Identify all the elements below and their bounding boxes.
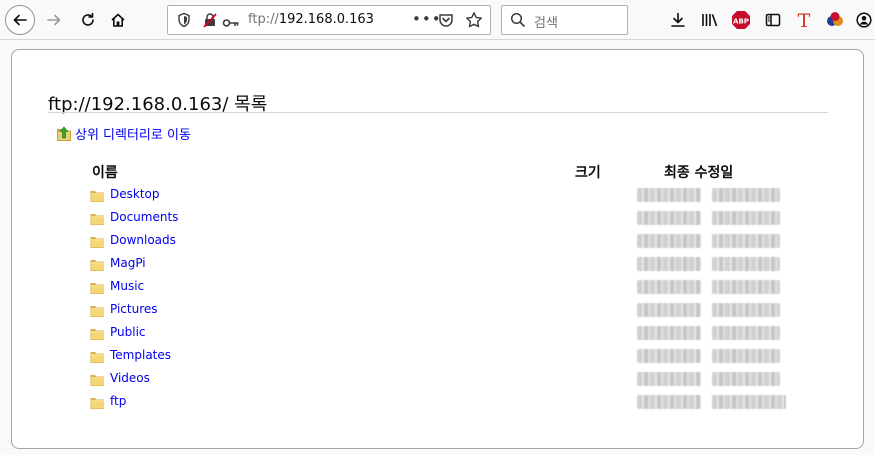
entry-link[interactable]: Documents xyxy=(110,210,178,224)
column-header-modified[interactable]: 최종 수정일 xyxy=(664,162,733,182)
text-t-icon: T xyxy=(798,10,811,30)
folder-icon xyxy=(90,349,104,368)
entry-link[interactable]: Pictures xyxy=(110,302,158,316)
downloads-button[interactable] xyxy=(666,8,690,32)
library-icon xyxy=(702,14,718,27)
url-protocol: ftp:// xyxy=(248,12,279,27)
sidebar-button[interactable] xyxy=(761,8,785,32)
modified-date-redacted xyxy=(637,303,701,317)
entry-link[interactable]: Music xyxy=(110,279,144,293)
directory-listing: Desktop Documents Downloads MagPi Music Pictu… xyxy=(90,184,810,414)
not-secure-icon[interactable] xyxy=(202,12,218,32)
reload-button[interactable] xyxy=(74,6,102,34)
modified-time-redacted xyxy=(712,188,780,202)
entry-link[interactable]: Downloads xyxy=(110,233,176,247)
table-row: Downloads xyxy=(90,230,810,253)
modified-time-redacted xyxy=(712,234,780,248)
modified-date-redacted xyxy=(637,280,701,294)
modified-time-redacted xyxy=(712,280,780,294)
back-arrow-icon xyxy=(13,14,27,26)
table-row: ftp xyxy=(90,391,810,414)
modified-time-redacted xyxy=(712,326,780,340)
modified-time-redacted xyxy=(712,349,780,363)
back-button[interactable] xyxy=(5,5,35,35)
folder-icon xyxy=(90,372,104,391)
table-row: Public xyxy=(90,322,810,345)
entry-link[interactable]: Videos xyxy=(110,371,150,385)
search-placeholder: 검색 xyxy=(534,16,558,31)
modified-date-redacted xyxy=(637,349,701,363)
modified-time-redacted xyxy=(712,372,780,386)
table-row: Videos xyxy=(90,368,810,391)
url-bar[interactable]: ftp://192.168.0.163 ••• xyxy=(167,5,491,35)
column-header-size[interactable]: 크기 xyxy=(575,162,601,182)
browser-toolbar: ftp://192.168.0.163 ••• 검색 ABP T xyxy=(0,0,875,40)
parent-directory-link[interactable]: 상위 디렉터리로 이동 xyxy=(56,124,191,143)
adblock-plus-icon: ABP xyxy=(732,11,750,29)
entry-link[interactable]: MagPi xyxy=(110,256,146,270)
library-button[interactable] xyxy=(698,8,722,32)
reload-icon xyxy=(82,12,94,26)
star-icon[interactable] xyxy=(465,11,483,33)
modified-date-redacted xyxy=(637,372,701,386)
folder-icon xyxy=(90,303,104,322)
search-bar[interactable]: 검색 xyxy=(501,5,628,35)
table-row: Documents xyxy=(90,207,810,230)
account-button[interactable] xyxy=(855,8,873,32)
forward-arrow-icon xyxy=(47,14,61,26)
modified-date-redacted xyxy=(637,234,701,248)
modified-time-redacted xyxy=(712,303,780,317)
entry-link[interactable]: Public xyxy=(110,325,146,339)
table-row: Pictures xyxy=(90,299,810,322)
account-icon xyxy=(856,12,872,28)
modified-time-redacted xyxy=(712,257,780,271)
key-icon[interactable] xyxy=(222,14,240,33)
table-row: Desktop xyxy=(90,184,810,207)
folder-icon xyxy=(90,257,104,276)
svg-text:ABP: ABP xyxy=(733,18,749,26)
folder-icon xyxy=(90,234,104,253)
modified-time-redacted xyxy=(712,211,780,225)
folder-icon xyxy=(90,395,104,414)
modified-date-redacted xyxy=(637,211,701,225)
title-divider xyxy=(48,112,828,113)
download-icon xyxy=(671,12,685,27)
modified-date-redacted xyxy=(637,257,701,271)
search-icon xyxy=(510,12,526,32)
folder-icon xyxy=(90,326,104,345)
home-button[interactable] xyxy=(104,6,132,34)
folder-icon xyxy=(90,188,104,207)
shield-icon[interactable] xyxy=(176,12,192,32)
folder-icon xyxy=(90,211,104,230)
page-content: ftp://192.168.0.163/ 목록 상위 디렉터리로 이동 이름 크… xyxy=(11,49,864,449)
folder-icon xyxy=(90,280,104,299)
text-extension-button[interactable]: T xyxy=(792,8,816,32)
modified-date-redacted xyxy=(637,395,701,409)
url-host: 192.168.0.163 xyxy=(278,12,374,27)
entry-link[interactable]: Desktop xyxy=(110,187,160,201)
modified-date-redacted xyxy=(637,188,701,202)
svg-text:T: T xyxy=(798,10,811,30)
modified-date-redacted xyxy=(637,326,701,340)
table-row: MagPi xyxy=(90,253,810,276)
column-header-name[interactable]: 이름 xyxy=(92,162,118,182)
home-icon xyxy=(111,13,125,27)
forward-button[interactable] xyxy=(40,6,68,34)
parent-directory-label: 상위 디렉터리로 이동 xyxy=(75,128,191,143)
url-text[interactable]: ftp://192.168.0.163 xyxy=(248,12,374,27)
entry-link[interactable]: ftp xyxy=(110,394,126,408)
adblock-plus-button[interactable]: ABP xyxy=(729,8,753,32)
entry-link[interactable]: Templates xyxy=(110,348,171,362)
modified-time-redacted xyxy=(712,395,786,409)
sidebar-icon xyxy=(765,13,781,27)
table-row: Music xyxy=(90,276,810,299)
pocket-icon[interactable] xyxy=(438,12,454,32)
color-balls-icon xyxy=(827,12,843,26)
color-extension-button[interactable] xyxy=(823,8,847,32)
table-row: Templates xyxy=(90,345,810,368)
up-folder-icon xyxy=(57,126,71,141)
